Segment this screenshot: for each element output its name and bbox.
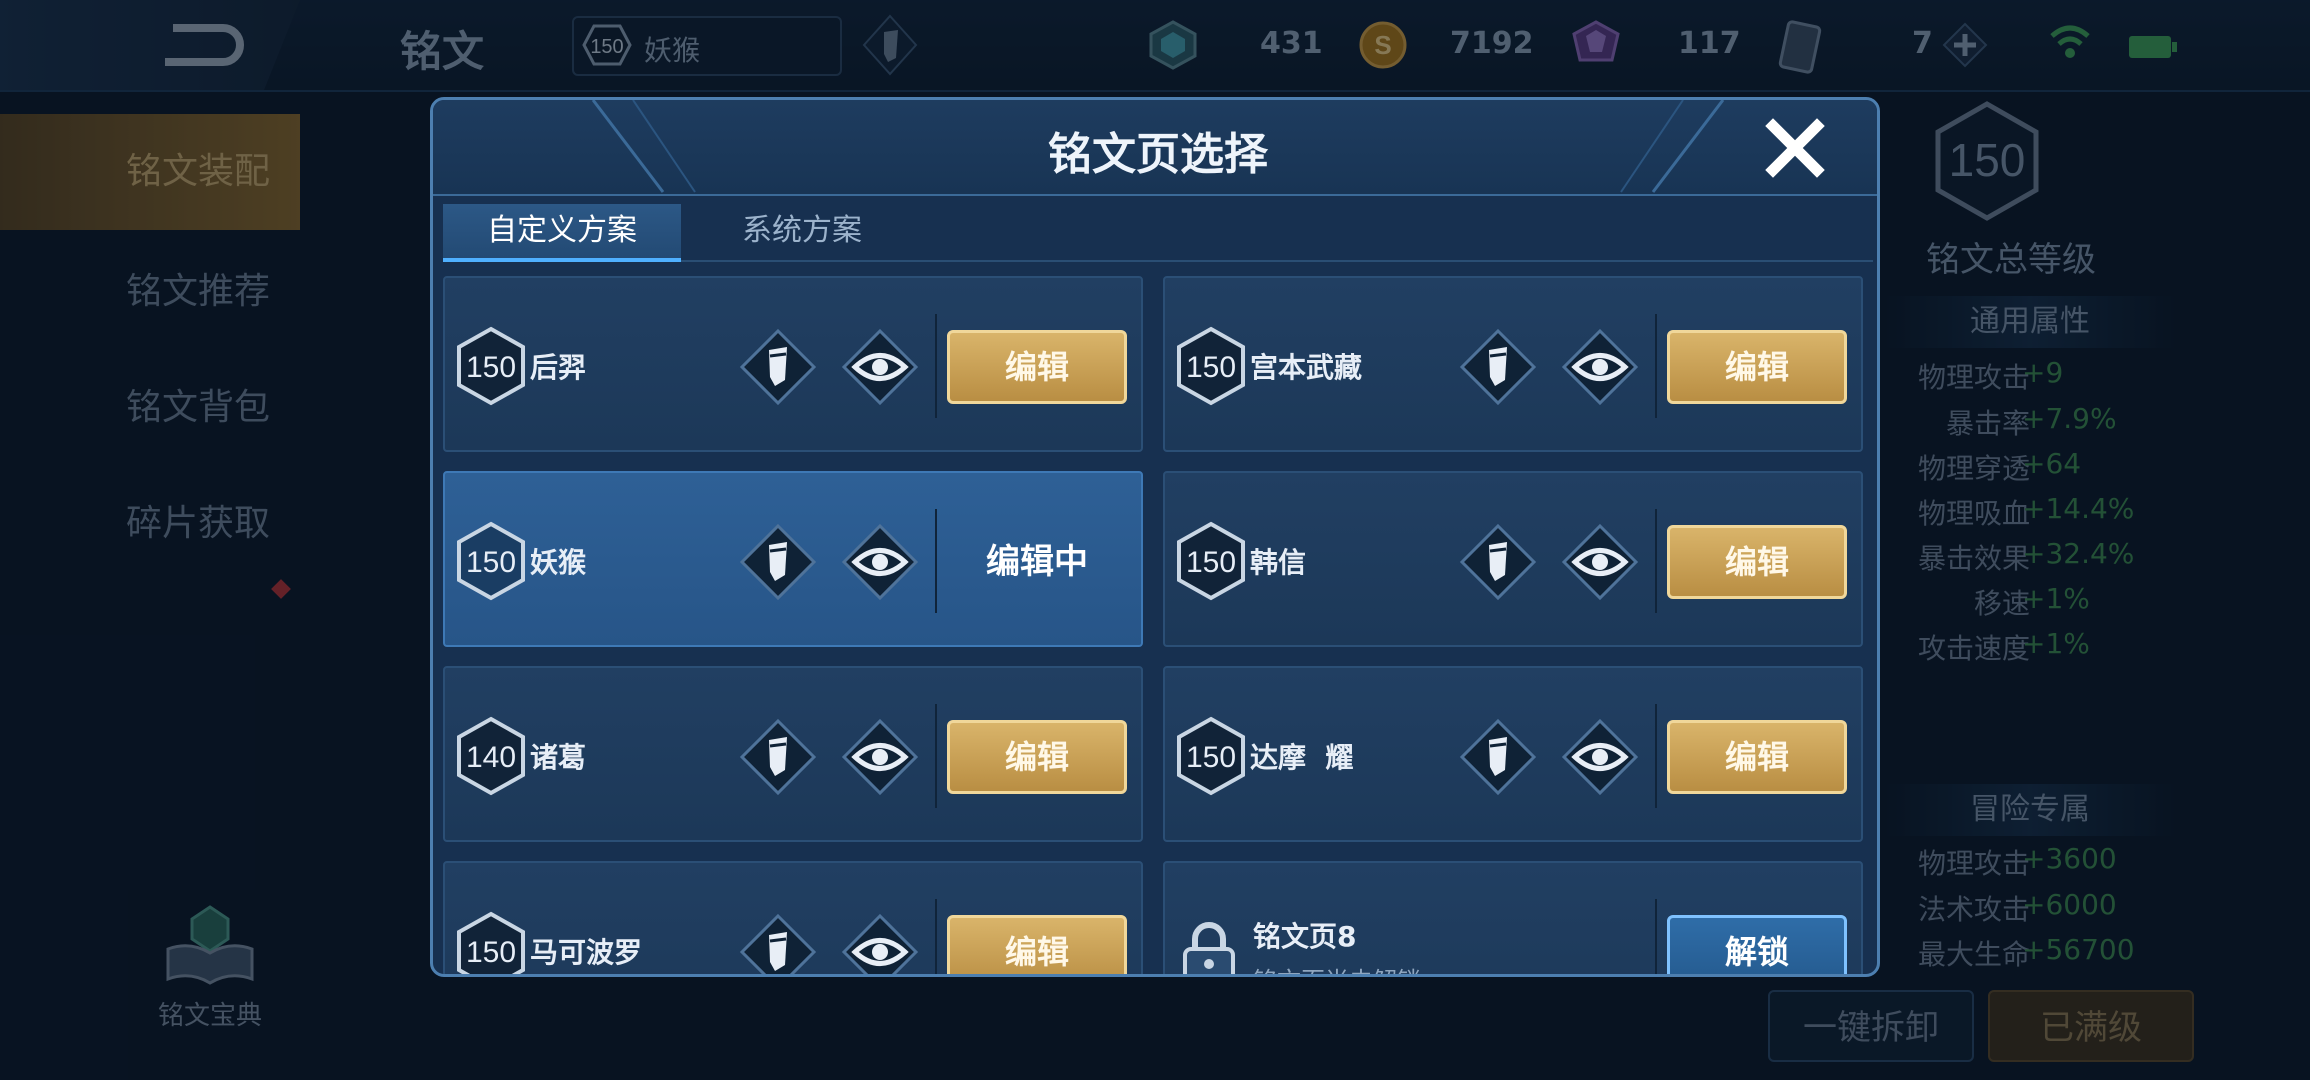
hero-name: 妖猴 [530,546,587,579]
close-icon[interactable] [1763,116,1827,180]
svg-text:150: 150 [466,936,516,969]
modal-title: 铭文页选择 [1048,129,1268,180]
rename-pencil-icon[interactable] [739,718,817,796]
edit-button[interactable]: 编辑 [1667,525,1847,599]
divider [935,704,937,808]
modal-header: 铭文页选择 [433,100,1877,196]
preview-eye-icon[interactable] [1561,328,1639,406]
locked-page-subtitle: 铭文页尚未解锁 [1253,961,1421,974]
inscription-page-grid: 150 后羿 编辑 150 宫本武藏 编辑 150 妖猴 编辑中 150 韩信 … [443,276,1873,976]
level-hex-icon: 150 [1177,326,1245,406]
svg-text:150: 150 [466,546,516,579]
divider [1655,704,1657,808]
hero-name: 韩信 [1250,546,1307,579]
rename-pencil-icon[interactable] [739,913,817,976]
lock-icon [1183,922,1235,974]
level-hex-icon: 140 [457,716,525,796]
rename-pencil-icon[interactable] [739,328,817,406]
preview-eye-icon[interactable] [1561,523,1639,601]
inscription-page-card-current[interactable]: 150 妖猴 编辑中 [443,471,1143,647]
unlock-button[interactable]: 解锁 [1667,915,1847,974]
tab-custom-plans[interactable]: 自定义方案 [443,204,681,262]
divider [935,899,937,974]
preview-eye-icon[interactable] [841,523,919,601]
inscription-page-card-locked[interactable]: 铭文页8 铭文页尚未解锁 解锁 [1163,861,1863,974]
level-hex-icon: 150 [457,521,525,601]
level-hex-icon: 150 [457,326,525,406]
locked-page-name: 铭文页8 [1253,920,1357,953]
edit-button[interactable]: 编辑 [1667,720,1847,794]
rename-pencil-icon[interactable] [1459,718,1537,796]
divider [1655,899,1657,974]
divider [935,509,937,613]
hero-name: 诸葛 [530,741,587,774]
inscription-page-card[interactable]: 150 韩信 编辑 [1163,471,1863,647]
edit-button[interactable]: 编辑 [947,915,1127,974]
level-hex-icon: 150 [457,911,525,974]
modal-tabs: 自定义方案 系统方案 [443,204,1873,262]
divider [1655,314,1657,418]
rename-pencil-icon[interactable] [1459,328,1537,406]
preview-eye-icon[interactable] [1561,718,1639,796]
inscription-page-card[interactable]: 150 达摩 耀 编辑 [1163,666,1863,842]
editing-status: 编辑中 [986,542,1088,582]
preview-eye-icon[interactable] [841,328,919,406]
rename-pencil-icon[interactable] [1459,523,1537,601]
inscription-page-card[interactable]: 150 宫本武藏 编辑 [1163,276,1863,452]
inscription-page-card[interactable]: 150 马可波罗 编辑 [443,861,1143,976]
preview-eye-icon[interactable] [841,913,919,976]
edit-button[interactable]: 编辑 [947,720,1127,794]
svg-text:150: 150 [1186,546,1236,579]
svg-text:150: 150 [1186,741,1236,774]
tab-system-plans[interactable]: 系统方案 [683,204,921,258]
rename-pencil-icon[interactable] [739,523,817,601]
svg-text:150: 150 [1186,351,1236,384]
svg-text:140: 140 [466,741,516,774]
inscription-page-modal: 铭文页选择 自定义方案 系统方案 150 后羿 编辑 150 宫本武藏 编辑 1… [430,97,1880,977]
level-hex-icon: 150 [1177,521,1245,601]
hero-name: 宫本武藏 [1250,351,1363,384]
inscription-page-card[interactable]: 150 后羿 编辑 [443,276,1143,452]
preview-eye-icon[interactable] [841,718,919,796]
divider [935,314,937,418]
hero-name: 达摩 耀 [1250,741,1354,774]
divider [1655,509,1657,613]
edit-button[interactable]: 编辑 [1667,330,1847,404]
hero-name: 马可波罗 [530,936,643,969]
hero-name: 后羿 [530,351,587,384]
svg-text:150: 150 [466,351,516,384]
inscription-page-card[interactable]: 140 诸葛 编辑 [443,666,1143,842]
edit-button[interactable]: 编辑 [947,330,1127,404]
level-hex-icon: 150 [1177,716,1245,796]
